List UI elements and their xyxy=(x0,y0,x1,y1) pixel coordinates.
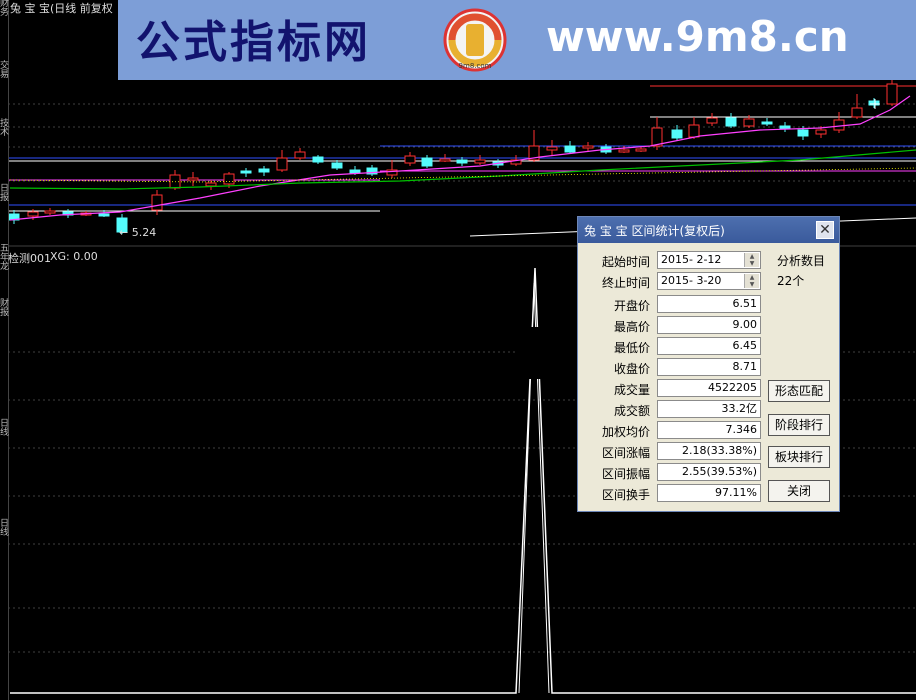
stat-label: 开盘价 xyxy=(613,299,650,313)
end-date-spinner[interactable]: ▲ ▼ xyxy=(744,274,759,288)
candle-body xyxy=(276,157,288,171)
stat-label: 最高价 xyxy=(613,320,650,334)
candle-body xyxy=(886,83,898,105)
banner-logo: 9m8.com xyxy=(443,8,507,72)
stat-value: 7.346 xyxy=(657,421,761,439)
candle-body xyxy=(240,170,252,174)
stat-label: 加权均价 xyxy=(601,425,650,439)
candle-body xyxy=(671,129,683,139)
candle-body xyxy=(797,129,809,137)
start-date-value: 2015- 2-12 xyxy=(661,253,722,266)
candle-body xyxy=(27,211,39,217)
left-tab[interactable]: 财 务 xyxy=(0,0,9,18)
end-date-value: 2015- 3-20 xyxy=(661,274,722,287)
indicator-name[interactable]: 检测001 xyxy=(8,250,51,266)
left-tab[interactable]: 日 报 xyxy=(0,185,9,203)
dialog-title: 兔 宝 宝 区间统计(复权后) xyxy=(584,224,725,238)
end-time-label: 终止时间 xyxy=(601,276,650,290)
low-price-marker: ← 5.24 xyxy=(119,226,157,239)
candle-body xyxy=(44,210,56,214)
start-date-picker[interactable]: 2015- 2-12 ▲ ▼ xyxy=(657,251,761,269)
candle-body xyxy=(833,119,845,131)
banner-url: www.9m8.cn xyxy=(546,12,849,61)
start-time-label: 起始时间 xyxy=(601,255,650,269)
candle-body xyxy=(331,162,343,169)
chart-title: 兔 宝 宝(日线 前复权 xyxy=(10,2,113,15)
ma-line xyxy=(9,149,916,190)
candle-body xyxy=(706,117,718,124)
stat-value: 6.51 xyxy=(657,295,761,313)
left-tab[interactable]: 日 线 xyxy=(0,420,9,438)
stat-label: 区间换手 xyxy=(601,488,650,502)
candle-body xyxy=(258,168,270,173)
sector-rank-button[interactable]: 板块排行 xyxy=(768,446,830,468)
candle-body xyxy=(815,129,827,135)
stat-label: 成交额 xyxy=(613,404,650,418)
candle-body xyxy=(439,158,451,162)
candle-body xyxy=(851,107,863,118)
stat-label: 成交量 xyxy=(613,383,650,397)
left-tab[interactable]: 交 易 xyxy=(0,62,9,80)
candle-body xyxy=(349,169,361,174)
candle-body xyxy=(474,159,486,164)
left-tab[interactable]: 技 术 xyxy=(0,120,9,138)
dialog-titlebar[interactable]: 兔 宝 宝 区间统计(复权后) ✕ xyxy=(578,217,839,243)
stat-value: 6.45 xyxy=(657,337,761,355)
candle-body xyxy=(98,213,110,217)
analysis-count-label: 分析数目 xyxy=(777,254,826,268)
stat-value: 2.18(33.38%) xyxy=(657,442,761,460)
stat-label: 区间振幅 xyxy=(601,467,650,481)
stat-value: 8.71 xyxy=(657,358,761,376)
logo-text: 9m8.com xyxy=(459,62,492,70)
end-date-picker[interactable]: 2015- 3-20 ▲ ▼ xyxy=(657,272,761,290)
start-date-spinner[interactable]: ▲ ▼ xyxy=(744,253,759,267)
candle-body xyxy=(618,149,630,153)
dialog-close-button[interactable]: ✕ xyxy=(816,221,834,239)
candle-body xyxy=(294,151,306,159)
stat-label: 收盘价 xyxy=(613,362,650,376)
candle-body xyxy=(725,117,737,127)
candle-body xyxy=(312,156,324,163)
candle-body xyxy=(743,118,755,127)
stat-value: 33.2亿 xyxy=(657,400,761,418)
close-button[interactable]: 关闭 xyxy=(768,480,830,502)
stat-value: 9.00 xyxy=(657,316,761,334)
stat-label: 区间涨幅 xyxy=(601,446,650,460)
analysis-count-value: 22个 xyxy=(777,274,805,288)
candle-body xyxy=(564,145,576,153)
candle-body xyxy=(582,145,594,149)
stage-rank-button[interactable]: 阶段排行 xyxy=(768,414,830,436)
stat-label: 最低价 xyxy=(613,341,650,355)
left-tab[interactable]: 日 线 xyxy=(0,520,9,538)
watermark-banner: 公式指标网 9m8.com www.9m8.cn xyxy=(118,0,916,80)
candle-body xyxy=(456,159,468,164)
candle-body xyxy=(151,194,163,211)
left-toolbar[interactable]: 财 务交 易技 术日 报五 年 龙财 报日 线日 线 xyxy=(0,0,9,700)
candle-body xyxy=(187,177,199,181)
candle-body xyxy=(546,146,558,151)
stat-value: 4522205 xyxy=(657,379,761,397)
stat-value: 97.11% xyxy=(657,484,761,502)
left-tab[interactable]: 财 报 xyxy=(0,300,9,318)
candle-body xyxy=(404,155,416,164)
indicator-value: XG: 0.00 xyxy=(50,250,98,263)
candle-body xyxy=(205,182,217,187)
candle-body xyxy=(688,124,700,138)
interval-stats-dialog: 兔 宝 宝 区间统计(复权后) ✕ 起始时间 2015- 2-12 ▲ ▼ 终止时… xyxy=(577,216,840,512)
left-tab[interactable]: 五 年 龙 xyxy=(0,245,9,272)
candle-body xyxy=(223,173,235,185)
banner-title: 公式指标网 xyxy=(136,17,371,68)
candle-body xyxy=(421,157,433,167)
candle-body xyxy=(761,121,773,125)
stat-value: 2.55(39.53%) xyxy=(657,463,761,481)
pattern-match-button[interactable]: 形态匹配 xyxy=(768,380,830,402)
candle-body xyxy=(635,148,647,152)
